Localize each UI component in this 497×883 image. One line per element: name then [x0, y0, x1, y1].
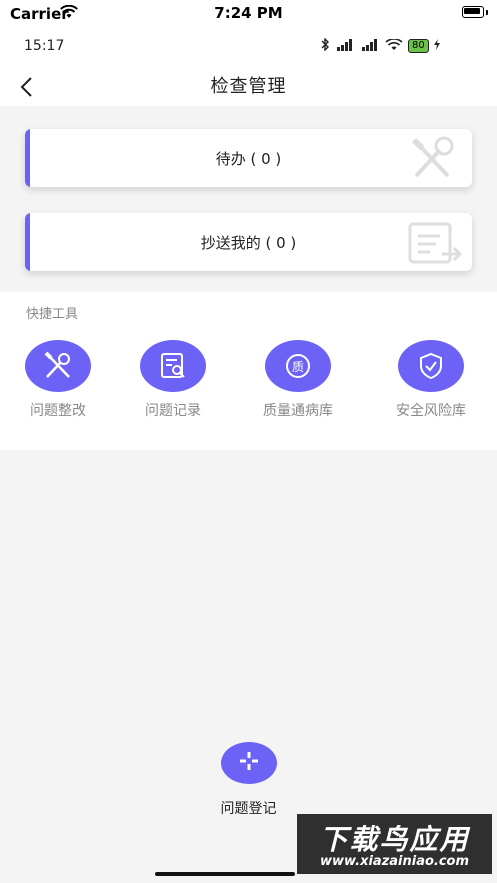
- wifi-icon-android: [385, 37, 403, 54]
- cards-section: 待办 ( 0 ) 抄送我的 ( 0 ): [0, 106, 497, 292]
- device-status-bar: 15:17 80: [0, 28, 497, 64]
- bluetooth-icon: [320, 37, 330, 54]
- navigation-bar: 检查管理: [0, 64, 497, 106]
- watermark-logo: 下载鸟应用 www.xiazainiao.com: [297, 814, 492, 874]
- shield-check-icon: [398, 340, 464, 392]
- register-issue-action[interactable]: 问题登记: [200, 742, 297, 818]
- charging-icon: [433, 39, 440, 53]
- quality-glyph: 质: [292, 360, 304, 374]
- system-icons: 80: [320, 37, 440, 54]
- home-indicator[interactable]: [155, 872, 295, 876]
- tool-label: 问题整改: [30, 403, 86, 419]
- device-time: 15:17: [24, 38, 65, 54]
- register-issue-button[interactable]: [220, 742, 277, 784]
- todo-card-label: 待办 ( 0 ): [215, 150, 282, 168]
- quick-tools-section: 快捷工具 问题整改 问题记录 质 质量通病库 安全风险库: [0, 292, 497, 450]
- page-title: 检查管理: [210, 76, 287, 97]
- tool-safety-risk-library[interactable]: 安全风险库: [376, 340, 486, 420]
- tool-label: 质量通病库: [263, 403, 333, 419]
- wrench-screwdriver-icon: [25, 340, 91, 392]
- watermark-title: 下载鸟应用: [319, 823, 470, 856]
- plus-icon: [237, 749, 261, 777]
- ios-time: 7:24 PM: [214, 4, 283, 22]
- tool-issue-records[interactable]: 问题记录: [118, 340, 228, 420]
- ios-status-bar: Carrier 7:24 PM: [0, 0, 497, 28]
- todo-card[interactable]: 待办 ( 0 ): [25, 129, 472, 187]
- register-issue-label: 问题登记: [220, 801, 277, 817]
- document-arrow-icon: [406, 220, 463, 270]
- quality-badge-icon: 质: [265, 340, 331, 392]
- signal-icon-1: [335, 38, 355, 54]
- wrench-screwdriver-icon: [406, 136, 462, 186]
- cc-me-card[interactable]: 抄送我的 ( 0 ): [25, 213, 472, 271]
- tool-label: 问题记录: [145, 403, 201, 419]
- document-search-icon: [140, 340, 206, 392]
- battery-tip: [486, 10, 488, 15]
- quick-tools-title: 快捷工具: [26, 307, 79, 322]
- tool-label: 安全风险库: [396, 403, 466, 419]
- signal-icon-2: [360, 38, 380, 54]
- battery-icon: [462, 6, 484, 18]
- tool-issue-rectification[interactable]: 问题整改: [3, 340, 113, 420]
- battery-level: 80: [408, 39, 429, 53]
- cc-me-card-label: 抄送我的 ( 0 ): [200, 234, 297, 252]
- tool-quality-defect-library[interactable]: 质 质量通病库: [243, 340, 353, 420]
- watermark-url: www.xiazainiao.com: [319, 854, 470, 869]
